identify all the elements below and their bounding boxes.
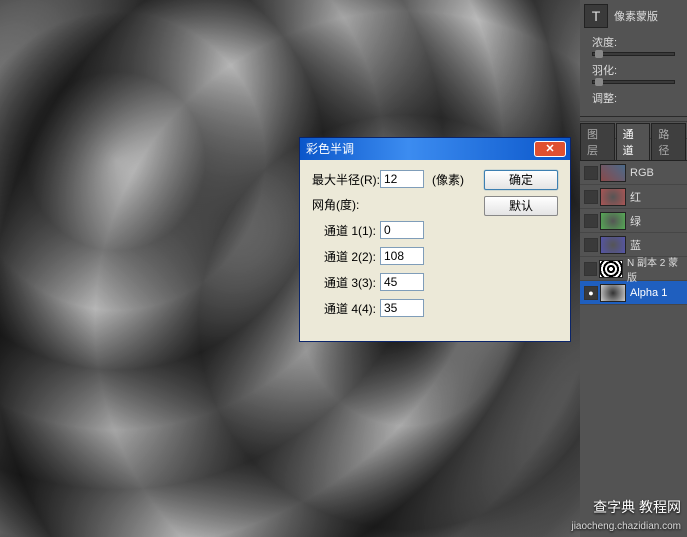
max-radius-label: 最大半径(R):: [312, 171, 380, 188]
channel-green[interactable]: 绿: [580, 209, 687, 233]
dialog-titlebar[interactable]: 彩色半调 ✕: [300, 138, 570, 160]
grid-angle-label: 网角(度):: [312, 196, 359, 213]
channel-1-input[interactable]: [380, 221, 424, 239]
pixels-label: (像素): [432, 171, 464, 188]
channel-1-label: 通道 1(1):: [324, 222, 380, 239]
watermark-main: 查字典 教程网: [571, 499, 681, 516]
adjust-label: 调整:: [592, 90, 675, 106]
dialog-title: 彩色半调: [306, 138, 354, 160]
visibility-toggle[interactable]: [584, 166, 598, 180]
tab-channels[interactable]: 通道: [616, 123, 651, 160]
channel-4-label: 通道 4(4):: [324, 300, 380, 317]
color-halftone-dialog: 彩色半调 ✕ 最大半径(R): (像素) 网角(度): 通道 1(1): 通道 …: [299, 137, 571, 342]
channel-label: N 副本 2 蒙版: [627, 254, 683, 284]
channel-3-label: 通道 3(3):: [324, 274, 380, 291]
tab-layers[interactable]: 图层: [580, 123, 615, 160]
channel-label: 绿: [630, 213, 641, 229]
text-mask-icon[interactable]: T: [584, 4, 608, 28]
channel-rgb[interactable]: RGB: [580, 161, 687, 185]
tab-paths[interactable]: 路径: [651, 123, 686, 160]
channel-label: 蓝: [630, 237, 641, 253]
channel-thumb: [599, 260, 623, 278]
channel-red[interactable]: 红: [580, 185, 687, 209]
channel-thumb: [600, 284, 626, 302]
channel-thumb: [600, 164, 626, 182]
channel-thumb: [600, 236, 626, 254]
max-radius-input[interactable]: [380, 170, 424, 188]
channel-alpha[interactable]: ● Alpha 1: [580, 281, 687, 305]
channel-mask[interactable]: N 副本 2 蒙版: [580, 257, 687, 281]
watermark-sub: jiaocheng.chazidian.com: [571, 521, 681, 532]
channel-3-input[interactable]: [380, 273, 424, 291]
visibility-toggle[interactable]: [584, 190, 598, 204]
default-button[interactable]: 默认: [484, 196, 558, 216]
density-label: 浓度:: [592, 34, 675, 50]
channel-2-input[interactable]: [380, 247, 424, 265]
feather-label: 羽化:: [592, 62, 675, 78]
visibility-toggle[interactable]: [584, 214, 598, 228]
channel-thumb: [600, 188, 626, 206]
pixel-mask-label: 像素蒙版: [614, 8, 658, 24]
feather-slider[interactable]: [592, 80, 675, 84]
channels-list: RGB 红 绿 蓝 N 副本 2 蒙版 ● Alpha 1: [580, 161, 687, 305]
channel-2-label: 通道 2(2):: [324, 248, 380, 265]
watermark: 查字典 教程网 jiaocheng.chazidian.com: [571, 499, 681, 533]
visibility-toggle[interactable]: [584, 238, 598, 252]
visibility-toggle[interactable]: ●: [584, 286, 598, 300]
close-button[interactable]: ✕: [534, 141, 566, 157]
channel-label: 红: [630, 189, 641, 205]
channel-label: Alpha 1: [630, 287, 667, 299]
ok-button[interactable]: 确定: [484, 170, 558, 190]
channel-4-input[interactable]: [380, 299, 424, 317]
side-panel: T 像素蒙版 浓度: 羽化: 调整: 图层 通道 路径 RGB 红: [580, 0, 687, 537]
channel-label: RGB: [630, 167, 654, 179]
visibility-toggle[interactable]: [584, 262, 597, 276]
panel-tabs: 图层 通道 路径: [580, 141, 687, 161]
density-slider[interactable]: [592, 52, 675, 56]
channel-thumb: [600, 212, 626, 230]
